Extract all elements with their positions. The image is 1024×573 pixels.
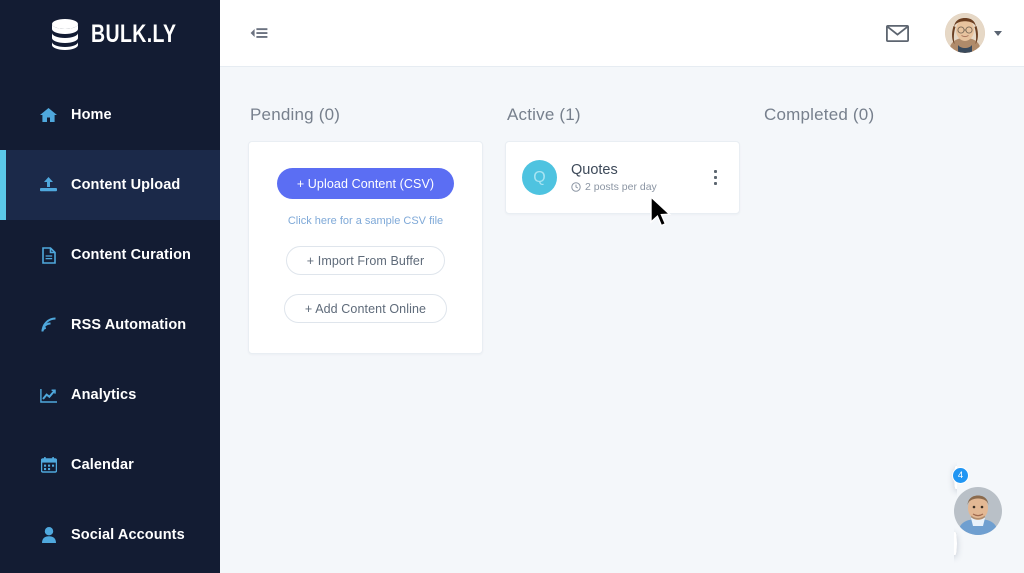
sidebar-item-analytics[interactable]: Analytics [0, 360, 220, 430]
sidebar: BULK.LY Home Content Upload Content Cura… [0, 0, 220, 573]
sidebar-item-label: Social Accounts [71, 527, 185, 543]
column-pending: Pending (0) + Upload Content (CSV) Click… [248, 105, 483, 354]
mail-envelope-icon[interactable] [886, 24, 909, 42]
collapse-sidebar-icon[interactable] [250, 26, 268, 40]
active-campaign-card[interactable]: Q Quotes 2 posts per day [505, 141, 740, 214]
document-icon [40, 246, 57, 264]
sidebar-item-social-accounts[interactable]: Social Accounts [0, 500, 220, 570]
chat-unread-badge: 4 [952, 467, 969, 484]
import-from-buffer-button[interactable]: + Import From Buffer [285, 246, 446, 275]
sidebar-item-content-curation[interactable]: Content Curation [0, 220, 220, 290]
app-root: BULK.LY Home Content Upload Content Cura… [0, 0, 1024, 573]
home-icon [40, 107, 57, 124]
chevron-down-icon [994, 30, 1002, 36]
sidebar-nav: Home Content Upload Content Curation RSS… [0, 80, 220, 570]
user-menu[interactable] [945, 13, 1002, 53]
sidebar-item-rss-automation[interactable]: RSS Automation [0, 290, 220, 360]
column-title: Active (1) [507, 105, 581, 124]
sidebar-item-label: Calendar [71, 457, 134, 473]
kebab-dot [713, 169, 717, 174]
sidebar-item-home[interactable]: Home [0, 80, 220, 150]
campaign-schedule: 2 posts per day [571, 181, 694, 193]
avatar [945, 13, 985, 53]
column-active: Active (1) Q Quotes 2 posts per day [505, 105, 740, 214]
user-icon [40, 527, 57, 544]
campaign-info: Quotes 2 posts per day [571, 162, 694, 193]
kebab-dot [713, 181, 717, 186]
campaign-title: Quotes [571, 162, 618, 178]
brand-logo-area[interactable]: BULK.LY [0, 0, 220, 68]
campaign-schedule-label: 2 posts per day [585, 181, 657, 193]
sample-csv-link[interactable]: Click here for a sample CSV file [288, 215, 443, 227]
chart-line-icon [40, 387, 57, 404]
database-stack-icon [50, 18, 80, 50]
column-title: Completed (0) [764, 105, 875, 124]
clock-icon [571, 182, 581, 192]
kebab-dot [713, 175, 717, 180]
calendar-icon [40, 457, 57, 474]
column-completed: Completed (0) [762, 105, 997, 141]
support-chat-widget[interactable]: 4 [952, 466, 1008, 555]
sidebar-item-label: RSS Automation [71, 317, 187, 333]
pending-card: + Upload Content (CSV) Click here for a … [248, 141, 483, 354]
upload-content-csv-button[interactable]: + Upload Content (CSV) [276, 168, 455, 199]
kebab-menu-icon[interactable] [708, 166, 724, 190]
sidebar-item-label: Content Upload [71, 177, 181, 193]
sidebar-item-content-upload[interactable]: Content Upload [0, 150, 220, 220]
sidebar-item-calendar[interactable]: Calendar [0, 430, 220, 500]
rss-icon [40, 317, 57, 334]
column-title: Pending (0) [250, 105, 341, 124]
campaign-avatar: Q [522, 160, 557, 195]
sidebar-item-label: Home [71, 107, 112, 123]
main-area: Pending (0) + Upload Content (CSV) Click… [220, 0, 1024, 573]
kanban-board: Pending (0) + Upload Content (CSV) Click… [220, 67, 1024, 573]
topbar [220, 0, 1024, 67]
upload-icon [40, 177, 57, 194]
add-content-online-button[interactable]: + Add Content Online [283, 294, 448, 323]
sidebar-item-label: Analytics [71, 387, 137, 403]
sidebar-item-label: Content Curation [71, 247, 191, 263]
brand-name: BULK.LY [91, 19, 177, 48]
